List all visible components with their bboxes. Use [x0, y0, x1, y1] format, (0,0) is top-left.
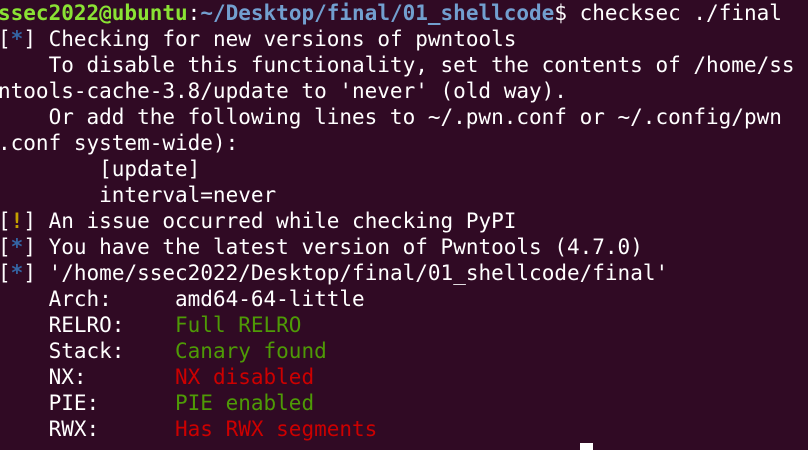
- checksec-key: NX:: [0, 365, 176, 389]
- checksec-rwx: RWX: Has RWX segments: [0, 416, 795, 442]
- output-line: [*] You have the latest version of Pwnto…: [0, 235, 643, 259]
- info-star-icon: *: [10, 235, 24, 259]
- checksec-relro: RELRO: Full RELRO: [0, 312, 795, 338]
- checksec-key: PIE:: [0, 391, 176, 415]
- output-line: interval=never: [0, 183, 277, 207]
- checksec-nx: NX: NX disabled: [0, 364, 795, 390]
- checksec-key: RELRO:: [0, 313, 176, 337]
- output-line: [update]: [0, 157, 201, 181]
- checksec-key: Stack:: [0, 339, 176, 363]
- prompt-symbol: $: [554, 1, 567, 25]
- prompt-path: ~/Desktop/final/01_shellcode: [200, 1, 555, 25]
- output-line: [!] An issue occurred while checking PyP…: [0, 209, 517, 233]
- output-line: Or add the following lines to ~/.pwn.con…: [0, 105, 782, 129]
- checksec-value: PIE enabled: [175, 391, 315, 415]
- prompt-line-next[interactable]: ssec2022@ubuntu:~/Desktop/final/01_shell…: [0, 442, 795, 450]
- next-prompt-partial: ssec2022@ubuntu:~/Desktop/final/01_shell…: [0, 443, 580, 450]
- checksec-value: NX disabled: [175, 365, 315, 389]
- warning-bang-icon: !: [10, 209, 24, 233]
- checksec-pie: PIE: PIE enabled: [0, 390, 795, 416]
- prompt-separator: :: [187, 1, 201, 25]
- checksec-value: Canary found: [175, 339, 327, 363]
- output-line: .conf system-wide):: [0, 131, 239, 155]
- info-star-icon: *: [10, 261, 24, 285]
- terminal-output: ssec2022@ubuntu:~/Desktop/final/01_shell…: [0, 0, 795, 450]
- checksec-key: RWX:: [0, 417, 176, 441]
- checksec-key: Arch:: [0, 287, 176, 311]
- checksec-stack: Stack: Canary found: [0, 338, 795, 364]
- checksec-value: Has RWX segments: [175, 417, 378, 441]
- output-line: [*] '/home/ssec2022/Desktop/final/01_she…: [0, 261, 669, 285]
- info-star-icon: *: [10, 27, 24, 51]
- output-line: ntools-cache-3.8/update to 'never' (old …: [0, 79, 567, 103]
- command-text: checksec ./final: [566, 1, 782, 25]
- checksec-value: Full RELRO: [175, 313, 302, 337]
- checksec-value: amd64-64-little: [175, 287, 365, 311]
- checksec-arch: Arch: amd64-64-little: [0, 286, 795, 312]
- prompt-user-host: ssec2022@ubuntu: [0, 1, 188, 25]
- terminal-window[interactable]: ssec2022@ubuntu:~/Desktop/final/01_shell…: [0, 0, 808, 450]
- text-cursor: [579, 443, 593, 450]
- output-line: To disable this functionality, set the c…: [0, 53, 795, 77]
- output-line: [*] Checking for new versions of pwntool…: [0, 27, 517, 51]
- prompt-line: ssec2022@ubuntu:~/Desktop/final/01_shell…: [0, 0, 795, 26]
